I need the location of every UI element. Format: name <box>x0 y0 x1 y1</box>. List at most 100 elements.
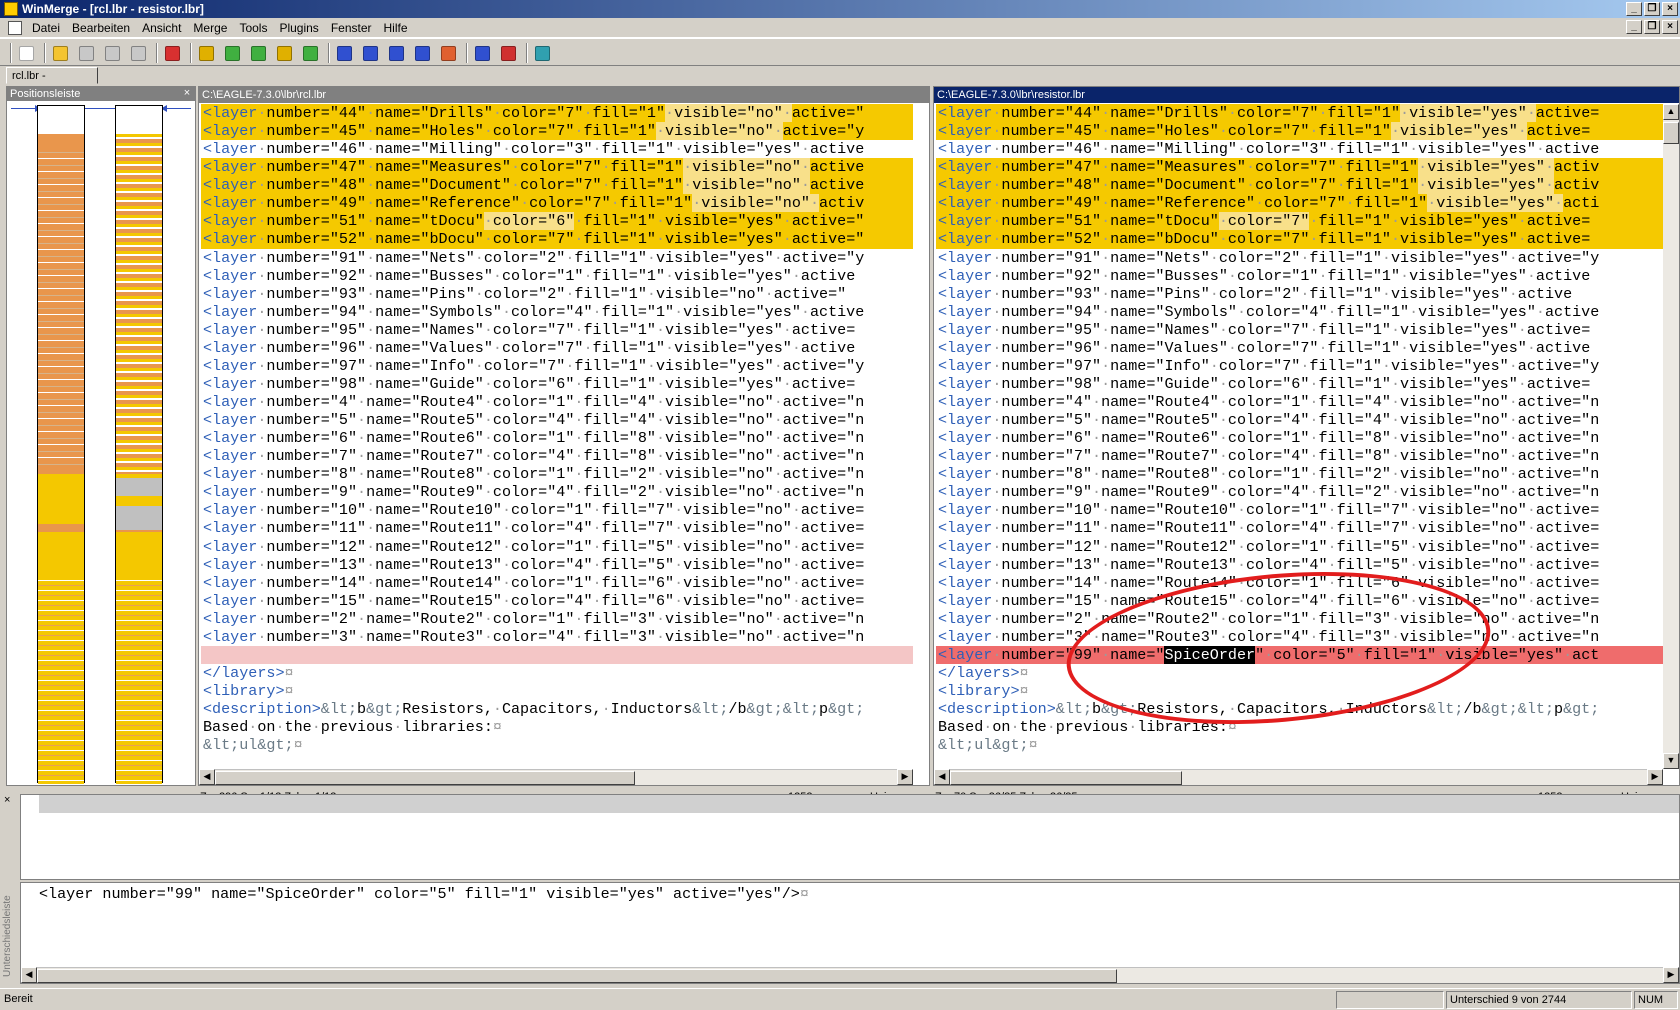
code-line[interactable]: <layer·number="8"·name="Route8"·color="1… <box>201 465 913 483</box>
code-line[interactable]: Based·on·the·previous·libraries:¤ <box>201 718 913 736</box>
last-diff-icon[interactable] <box>300 43 320 63</box>
prev-diff-icon[interactable] <box>222 43 242 63</box>
code-line[interactable]: <layer·number="99"·name="SpiceOrder"·col… <box>936 645 1663 664</box>
code-line[interactable]: <layer·number="2"·name="Route2"·color="1… <box>936 610 1663 628</box>
code-line[interactable]: <layer·number="11"·name="Route11"·color=… <box>936 519 1663 537</box>
code-line[interactable]: <layer·number="46"·name="Milling"·color=… <box>936 140 1663 158</box>
code-line[interactable]: <layer·number="51"·name="tDocu"·color="6… <box>201 212 913 231</box>
code-line[interactable]: <layer·number="14"·name="Route14"·color=… <box>936 574 1663 592</box>
code-line[interactable]: <layer·number="6"·name="Route6"·color="1… <box>936 429 1663 447</box>
scroll-up-icon[interactable]: ▲ <box>1663 104 1679 120</box>
code-line[interactable]: <layer·number="48"·name="Document"·color… <box>201 176 913 195</box>
code-line[interactable]: <layer·number="3"·name="Route3"·color="4… <box>201 628 913 646</box>
location-bar-right[interactable] <box>115 105 163 784</box>
undo-icon[interactable] <box>102 43 122 63</box>
left-code-view[interactable]: <layer·number="44"·name="Drills"·color="… <box>201 104 913 776</box>
right-vscroll-thumb[interactable] <box>1663 122 1679 144</box>
code-line[interactable]: <layer·number="2"·name="Route2"·color="1… <box>201 610 913 628</box>
code-line[interactable]: <layer·number="91"·name="Nets"·color="2"… <box>201 249 913 267</box>
code-line[interactable]: <layer·number="49"·name="Reference"·colo… <box>936 194 1663 213</box>
minimize-button[interactable]: _ <box>1626 2 1642 16</box>
code-line[interactable]: <layer·number="97"·name="Info"·color="7"… <box>936 357 1663 375</box>
menu-hilfe[interactable]: Hilfe <box>378 21 414 35</box>
diff-horizontal-scrollbar[interactable]: ◀ ▶ <box>21 967 1679 983</box>
restore-button[interactable]: ❐ <box>1644 2 1660 16</box>
first-diff-icon[interactable] <box>248 43 268 63</box>
code-line[interactable]: <layer·number="96"·name="Values"·color="… <box>936 339 1663 357</box>
code-line[interactable]: <layer·number="52"·name="bDocu"·color="7… <box>936 230 1663 249</box>
code-line[interactable]: <layer·number="5"·name="Route5"·color="4… <box>936 411 1663 429</box>
diff-scroll-thumb[interactable] <box>37 969 1117 983</box>
code-line[interactable]: <layer·number="14"·name="Route14"·color=… <box>201 574 913 592</box>
code-line[interactable]: <description>&lt;b&gt;Resistors,·Capacit… <box>201 700 913 718</box>
all-left-icon[interactable] <box>498 43 518 63</box>
copy-right-advance-icon[interactable] <box>386 43 406 63</box>
code-line[interactable]: &lt;ul&gt;¤ <box>201 736 913 754</box>
code-line[interactable]: <layer·number="15"·name="Route15"·color=… <box>936 592 1663 610</box>
scroll-down-icon[interactable]: ▼ <box>1663 753 1679 769</box>
code-line[interactable]: <layer·number="96"·name="Values"·color="… <box>201 339 913 357</box>
code-line[interactable]: <layer·number="45"·name="Holes"·color="7… <box>936 122 1663 141</box>
code-line[interactable]: <layer·number="52"·name="bDocu"·color="7… <box>201 230 913 249</box>
code-line[interactable]: <layer·number="8"·name="Route8"·color="1… <box>936 465 1663 483</box>
new-icon[interactable] <box>16 43 36 63</box>
copy-right-icon[interactable] <box>334 43 354 63</box>
code-line[interactable]: <layer·number="47"·name="Measures"·color… <box>936 158 1663 177</box>
location-pane-close-icon[interactable]: × <box>181 86 193 100</box>
scroll-right-icon[interactable]: ▶ <box>897 769 913 785</box>
code-line[interactable]: <layer·number="9"·name="Route9"·color="4… <box>201 483 913 501</box>
right-file-pane[interactable]: C:\EAGLE-7.3.0\lbr\resistor.lbr <layer·n… <box>933 86 1680 786</box>
scroll-left-icon[interactable]: ◀ <box>199 769 215 785</box>
scroll-left-icon[interactable]: ◀ <box>934 769 950 785</box>
menu-plugins[interactable]: Plugins <box>273 21 324 35</box>
code-line[interactable]: <layer·number="91"·name="Nets"·color="2"… <box>936 249 1663 267</box>
diff-pane-close-icon[interactable]: × <box>4 794 10 806</box>
code-line[interactable]: Based·on·the·previous·libraries:¤ <box>936 718 1663 736</box>
scroll-left-icon[interactable]: ◀ <box>21 967 37 983</box>
save-icon[interactable] <box>76 43 96 63</box>
all-right-icon[interactable] <box>472 43 492 63</box>
refresh-icon[interactable] <box>532 43 552 63</box>
code-line[interactable]: <layer·number="44"·name="Drills"·color="… <box>936 104 1663 123</box>
code-line[interactable]: &lt;ul&gt;¤ <box>936 736 1663 754</box>
code-line[interactable]: <layer·number="47"·name="Measures"·color… <box>201 158 913 177</box>
right-code-view[interactable]: <layer·number="44"·name="Drills"·color="… <box>936 104 1663 776</box>
menu-merge[interactable]: Merge <box>187 21 233 35</box>
scroll-right-icon[interactable]: ▶ <box>1663 967 1679 983</box>
code-line[interactable]: <layer·number="98"·name="Guide"·color="6… <box>936 375 1663 393</box>
code-line[interactable]: <library>¤ <box>936 682 1663 700</box>
code-line[interactable]: <layer·number="4"·name="Route4"·color="1… <box>936 393 1663 411</box>
next-diff-icon[interactable] <box>196 43 216 63</box>
menu-ansicht[interactable]: Ansicht <box>136 21 187 35</box>
doc-restore-button[interactable]: ❐ <box>1644 20 1660 34</box>
code-line[interactable]: <layer·number="7"·name="Route7"·color="4… <box>201 447 913 465</box>
code-line[interactable]: <layer·number="93"·name="Pins"·color="2"… <box>936 285 1663 303</box>
doc-close-button[interactable]: × <box>1662 20 1678 34</box>
code-line[interactable]: <layer·number="94"·name="Symbols"·color=… <box>936 303 1663 321</box>
close-button[interactable]: × <box>1662 2 1678 16</box>
code-line[interactable]: <layer·number="92"·name="Busses"·color="… <box>936 267 1663 285</box>
copy-left-advance-icon[interactable] <box>412 43 432 63</box>
copy-left-icon[interactable] <box>360 43 380 63</box>
code-line[interactable]: <layer·number="12"·name="Route12"·color=… <box>936 538 1663 556</box>
scroll-right-icon[interactable]: ▶ <box>1647 769 1663 785</box>
left-file-pane[interactable]: C:\EAGLE-7.3.0\lbr\rcl.lbr <layer·number… <box>198 86 930 786</box>
code-line[interactable]: <layer·number="45"·name="Holes"·color="7… <box>201 122 913 141</box>
menu-bearbeiten[interactable]: Bearbeiten <box>66 21 136 35</box>
right-vertical-scrollbar[interactable]: ▲ ▼ <box>1663 104 1679 769</box>
document-system-icon[interactable] <box>8 21 22 35</box>
code-line[interactable]: <layer·number="15"·name="Route15"·color=… <box>201 592 913 610</box>
code-line[interactable]: <layer·number="4"·name="Route4"·color="1… <box>201 393 913 411</box>
code-line[interactable]: <layer·number="11"·name="Route11"·color=… <box>201 519 913 537</box>
code-line[interactable]: <layer·number="13"·name="Route13"·color=… <box>936 556 1663 574</box>
right-scroll-thumb[interactable] <box>950 771 1182 785</box>
left-horizontal-scrollbar[interactable]: ◀ ▶ <box>199 769 913 785</box>
code-line[interactable]: <layer·number="9"·name="Route9"·color="4… <box>936 483 1663 501</box>
current-diff-icon[interactable] <box>274 43 294 63</box>
diff-detail-left[interactable] <box>20 794 1680 880</box>
code-line[interactable]: <layer·number="51"·name="tDocu"·color="7… <box>936 212 1663 231</box>
code-line[interactable]: <layer·number="48"·name="Document"·color… <box>936 176 1663 195</box>
code-line[interactable]: <layer·number="46"·name="Milling"·color=… <box>201 140 913 158</box>
menu-fenster[interactable]: Fenster <box>325 21 378 35</box>
document-tab[interactable]: rcl.lbr - resistor.lbr <box>6 67 98 98</box>
